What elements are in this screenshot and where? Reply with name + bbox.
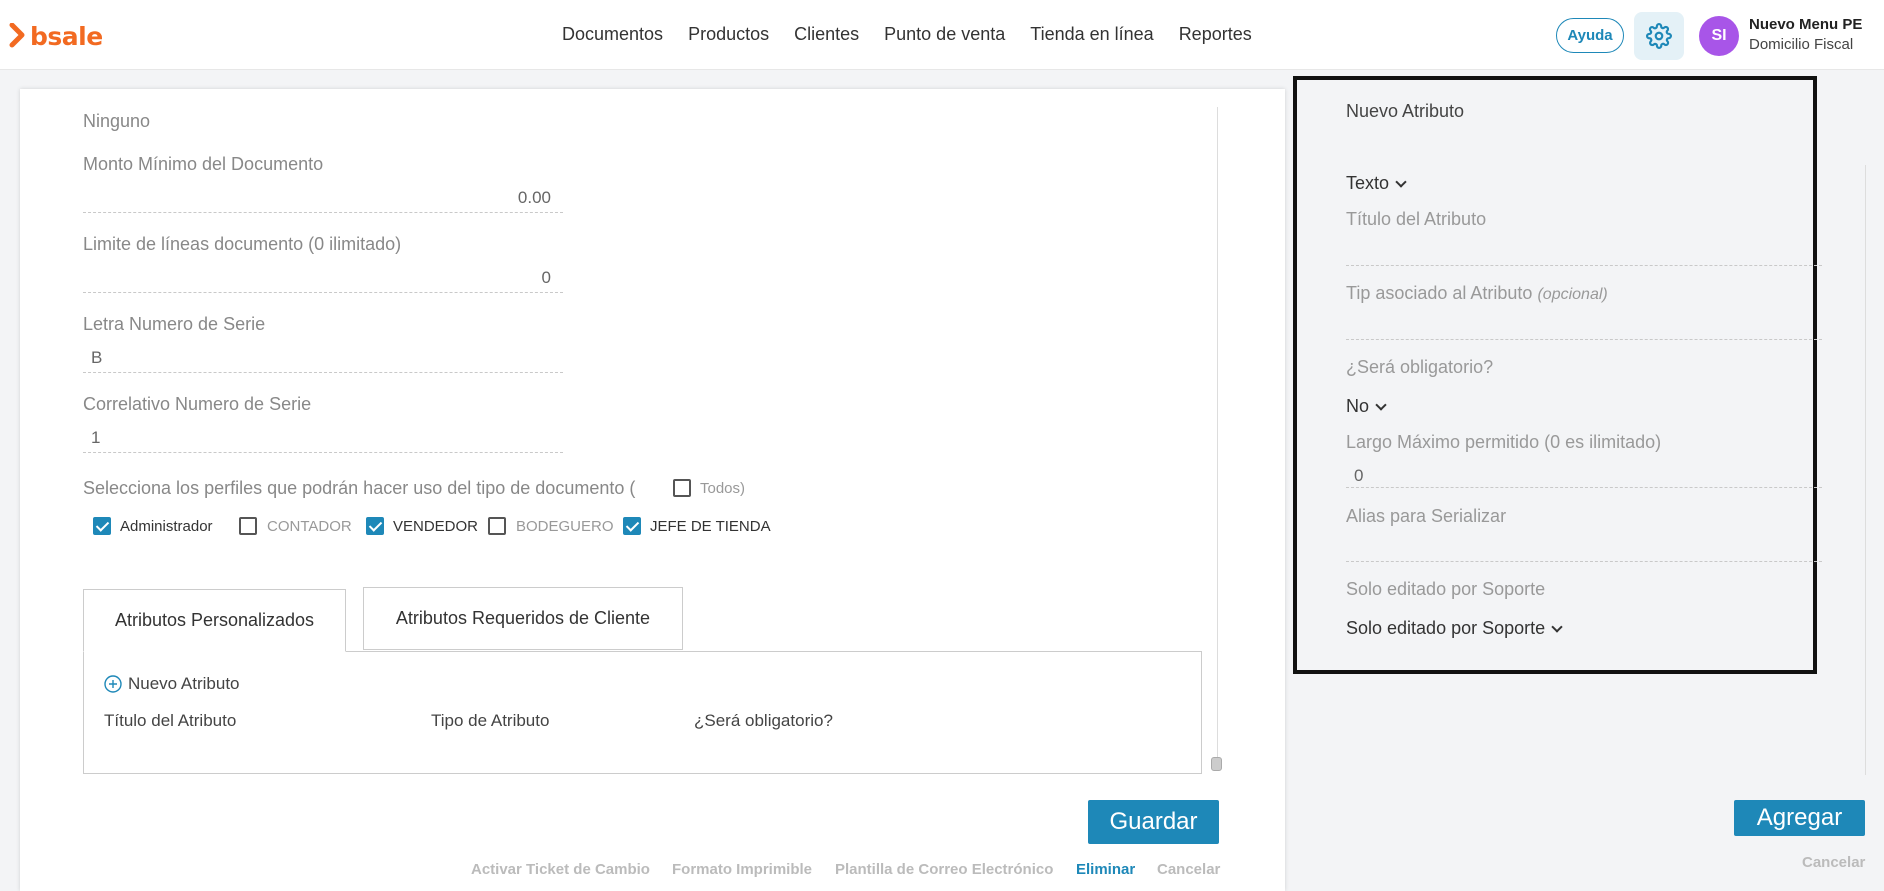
serie-letter-input[interactable]: B xyxy=(83,345,563,373)
column-header-type: Tipo de Atributo xyxy=(431,711,550,730)
bsale-logo[interactable]: bsale xyxy=(8,21,103,51)
support-only-label: Solo editado por Soporte xyxy=(1346,579,1546,599)
add-button[interactable]: Agregar xyxy=(1734,800,1865,836)
max-length-label: Largo Máximo permitido (0 es ilimitado) xyxy=(1346,432,1662,452)
line-limit-input[interactable]: 0 xyxy=(83,265,563,293)
tip-optional-text: (opcional) xyxy=(1537,286,1608,303)
nav-tienda-en-linea[interactable]: Tienda en línea xyxy=(1030,24,1153,45)
profile-label-vendedor: VENDEDOR xyxy=(393,518,479,535)
company-subtitle: Domicilio Fiscal xyxy=(1749,36,1854,53)
top-label: Ninguno xyxy=(83,111,151,131)
line-limit-label: Limite de líneas documento (0 ilimitado) xyxy=(83,234,402,254)
required-select[interactable]: No xyxy=(1346,396,1387,417)
nav-punto-de-venta[interactable]: Punto de venta xyxy=(884,24,1005,45)
chevron-down-icon xyxy=(1395,175,1407,188)
nav-reportes[interactable]: Reportes xyxy=(1179,24,1252,45)
min-amount-input[interactable]: 0.00 xyxy=(83,185,563,213)
required-label: ¿Será obligatorio? xyxy=(1346,357,1494,377)
column-header-required: ¿Será obligatorio? xyxy=(694,711,833,730)
cancel-link[interactable]: Cancelar xyxy=(1157,861,1220,878)
document-type-form: Ninguno Monto Mínimo del Documento 0.00 … xyxy=(20,89,1285,891)
tip-label: Tip asociado al Atributo (opcional) xyxy=(1346,283,1608,304)
company-selector[interactable]: Nuevo Menu PE Domicilio Fiscal xyxy=(1749,16,1862,53)
attribute-type-value: Texto xyxy=(1346,173,1390,193)
email-template-link[interactable]: Plantilla de Correo Electrónico xyxy=(835,861,1053,878)
plus-circle-icon xyxy=(104,675,122,693)
side-divider xyxy=(1865,165,1866,775)
tip-input[interactable] xyxy=(1346,339,1822,340)
profile-label-jefe-de-tienda: JEFE DE TIENDA xyxy=(650,518,771,535)
delete-link[interactable]: Eliminar xyxy=(1076,861,1135,878)
min-amount-label: Monto Mínimo del Documento xyxy=(83,154,324,174)
required-value: No xyxy=(1346,396,1370,416)
alias-input[interactable] xyxy=(1346,561,1822,562)
attribute-type-select[interactable]: Texto xyxy=(1346,173,1407,194)
column-header-title: Título del Atributo xyxy=(104,711,237,730)
chevron-down-icon xyxy=(1375,398,1387,411)
settings-button[interactable] xyxy=(1634,12,1684,60)
help-button[interactable]: Ayuda xyxy=(1556,18,1624,53)
attribute-title-input[interactable] xyxy=(1346,265,1822,266)
serie-letter-label: Letra Numero de Serie xyxy=(83,314,266,334)
top-navbar: bsale Documentos Productos Clientes Punt… xyxy=(0,0,1884,70)
new-attribute-label: Nuevo Atributo xyxy=(128,674,240,693)
panel-divider xyxy=(1217,107,1218,767)
printable-format-link[interactable]: Formato Imprimible xyxy=(672,861,812,878)
main-nav: Documentos Productos Clientes Punto de v… xyxy=(562,24,1277,45)
profile-checkbox-bodeguero[interactable] xyxy=(488,517,506,535)
nav-clientes[interactable]: Clientes xyxy=(794,24,859,45)
nav-documentos[interactable]: Documentos xyxy=(562,24,663,45)
profile-checkbox-administrador[interactable] xyxy=(93,517,111,535)
max-length-input[interactable]: 0 xyxy=(1354,466,1363,486)
all-profiles-checkbox[interactable] xyxy=(673,479,691,497)
side-cancel-link[interactable]: Cancelar xyxy=(1802,854,1865,871)
profile-label-administrador: Administrador xyxy=(120,518,213,535)
company-name: Nuevo Menu PE xyxy=(1749,16,1863,33)
profile-label-bodeguero: BODEGUERO xyxy=(516,518,614,535)
brand-name: bsale xyxy=(30,21,103,51)
gear-icon xyxy=(1646,23,1672,49)
tip-label-text: Tip asociado al Atributo xyxy=(1346,283,1533,303)
attribute-title-label: Título del Atributo xyxy=(1346,209,1487,229)
profile-label-contador: CONTADOR xyxy=(267,518,352,535)
support-only-value: Solo editado por Soporte xyxy=(1346,618,1546,638)
scrollbar-thumb[interactable] xyxy=(1211,757,1222,771)
alias-label: Alias para Serializar xyxy=(1346,506,1507,526)
profile-checkbox-vendedor[interactable] xyxy=(366,517,384,535)
side-panel-title: Nuevo Atributo xyxy=(1346,101,1465,121)
serie-correlative-input[interactable]: 1 xyxy=(83,425,563,453)
bsale-logo-icon xyxy=(9,23,25,48)
nav-productos[interactable]: Productos xyxy=(688,24,769,45)
profiles-label: Selecciona los perfiles que podrán hacer… xyxy=(83,478,636,498)
activate-exchange-ticket-link[interactable]: Activar Ticket de Cambio xyxy=(471,861,650,878)
tab-atributos-personalizados[interactable]: Atributos Personalizados xyxy=(83,589,346,652)
user-avatar[interactable]: SI xyxy=(1699,16,1739,56)
serie-correlative-label: Correlativo Numero de Serie xyxy=(83,394,312,414)
support-only-select[interactable]: Solo editado por Soporte xyxy=(1346,618,1563,639)
save-button[interactable]: Guardar xyxy=(1088,800,1219,844)
new-attribute-button[interactable]: Nuevo Atributo xyxy=(104,674,240,694)
profile-checkbox-jefe-de-tienda[interactable] xyxy=(623,517,641,535)
tab-atributos-requeridos-cliente[interactable]: Atributos Requeridos de Cliente xyxy=(363,587,683,650)
chevron-down-icon xyxy=(1551,620,1563,633)
profile-checkbox-contador[interactable] xyxy=(239,517,257,535)
max-length-underline xyxy=(1346,487,1822,488)
all-profiles-label: Todos) xyxy=(700,480,746,497)
attributes-table: Nuevo Atributo Título del Atributo Tipo … xyxy=(83,651,1202,774)
